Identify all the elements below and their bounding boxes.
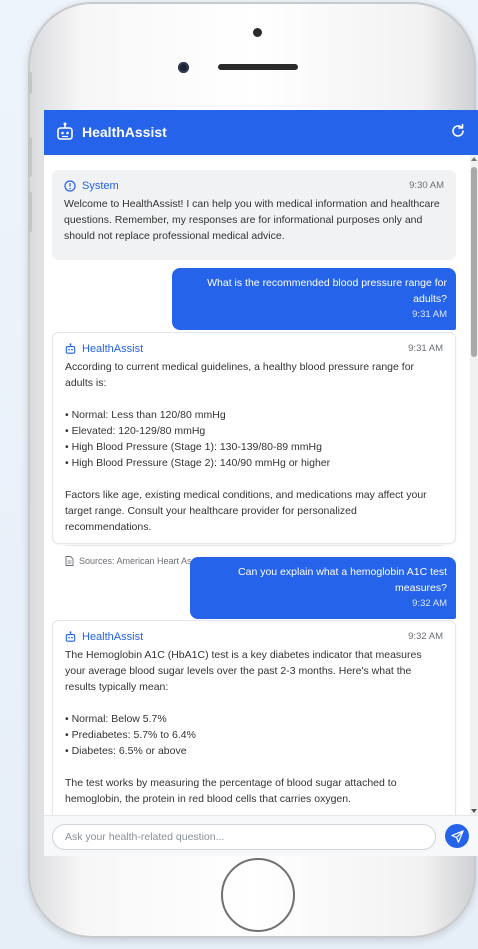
message-time: 9:31 AM xyxy=(412,309,447,320)
system-sender: System xyxy=(64,178,119,194)
refresh-icon[interactable] xyxy=(450,123,466,139)
assistant-sender-label: HealthAssist xyxy=(82,631,144,643)
phone-side-button xyxy=(28,72,32,94)
app-screen: HealthAssist System 9:30 AM Welcome to H… xyxy=(44,110,478,856)
scroll-down-arrow[interactable] xyxy=(471,809,477,813)
scroll-up-arrow[interactable] xyxy=(471,157,477,161)
message-intro: The Hemoglobin A1C (HbA1C) test is a key… xyxy=(65,649,422,693)
earpiece-speaker xyxy=(218,64,298,70)
send-button[interactable] xyxy=(445,824,469,848)
document-icon xyxy=(65,556,74,566)
user-message: Can you explain what a hemoglobin A1C te… xyxy=(190,557,456,619)
user-message: What is the recommended blood pressure r… xyxy=(172,268,456,330)
assistant-sender: HealthAssist xyxy=(65,341,143,357)
message-text: What is the recommended blood pressure r… xyxy=(207,277,447,305)
chat-messages[interactable]: System 9:30 AM Welcome to HealthAssist! … xyxy=(44,155,470,815)
system-message: System 9:30 AM Welcome to HealthAssist! … xyxy=(52,170,456,260)
input-bar xyxy=(44,815,478,856)
message-intro: According to current medical guidelines,… xyxy=(65,361,415,389)
robot-icon xyxy=(65,343,76,354)
message-time: 9:32 AM xyxy=(408,631,443,642)
phone-volume-down-button xyxy=(28,192,32,232)
app-header: HealthAssist xyxy=(44,110,478,155)
list-item: • High Blood Pressure (Stage 1): 130-139… xyxy=(65,441,322,453)
assistant-sender-label: HealthAssist xyxy=(82,343,144,355)
list-item: • High Blood Pressure (Stage 2): 140/90 … xyxy=(65,457,331,469)
assistant-message: HealthAssist 9:32 AM The Hemoglobin A1C … xyxy=(52,620,456,815)
list-item: • Normal: Below 5.7% xyxy=(65,713,167,725)
message-outro: Factors like age, existing medical condi… xyxy=(65,489,427,533)
message-text: Welcome to HealthAssist! I can help you … xyxy=(64,198,440,242)
system-sender-label: System xyxy=(82,180,119,192)
message-text: Can you explain what a hemoglobin A1C te… xyxy=(238,566,447,594)
assistant-sender: HealthAssist xyxy=(65,629,143,645)
phone-volume-up-button xyxy=(28,137,32,177)
assistant-message: HealthAssist 9:31 AM According to curren… xyxy=(52,332,456,566)
message-time: 9:30 AM xyxy=(409,180,444,191)
front-camera xyxy=(253,28,262,37)
message-outro: The test works by measuring the percenta… xyxy=(65,777,397,805)
list-item: • Elevated: 120-129/80 mmHg xyxy=(65,425,206,437)
message-time: 9:32 AM xyxy=(412,598,447,609)
camera-lens xyxy=(178,62,189,73)
robot-icon xyxy=(65,631,76,642)
info-icon xyxy=(64,180,76,192)
robot-icon xyxy=(57,122,73,140)
list-item: • Prediabetes: 5.7% to 6.4% xyxy=(65,729,196,741)
scrollbar-thumb[interactable] xyxy=(471,167,477,357)
chat-scrollbar[interactable] xyxy=(470,155,478,815)
send-icon xyxy=(450,829,464,843)
question-input[interactable] xyxy=(52,824,436,850)
app-title: HealthAssist xyxy=(82,124,167,140)
home-button[interactable] xyxy=(221,858,295,932)
list-item: • Normal: Less than 120/80 mmHg xyxy=(65,409,226,421)
message-time: 9:31 AM xyxy=(408,343,443,354)
list-item: • Diabetes: 6.5% or above xyxy=(65,745,187,757)
